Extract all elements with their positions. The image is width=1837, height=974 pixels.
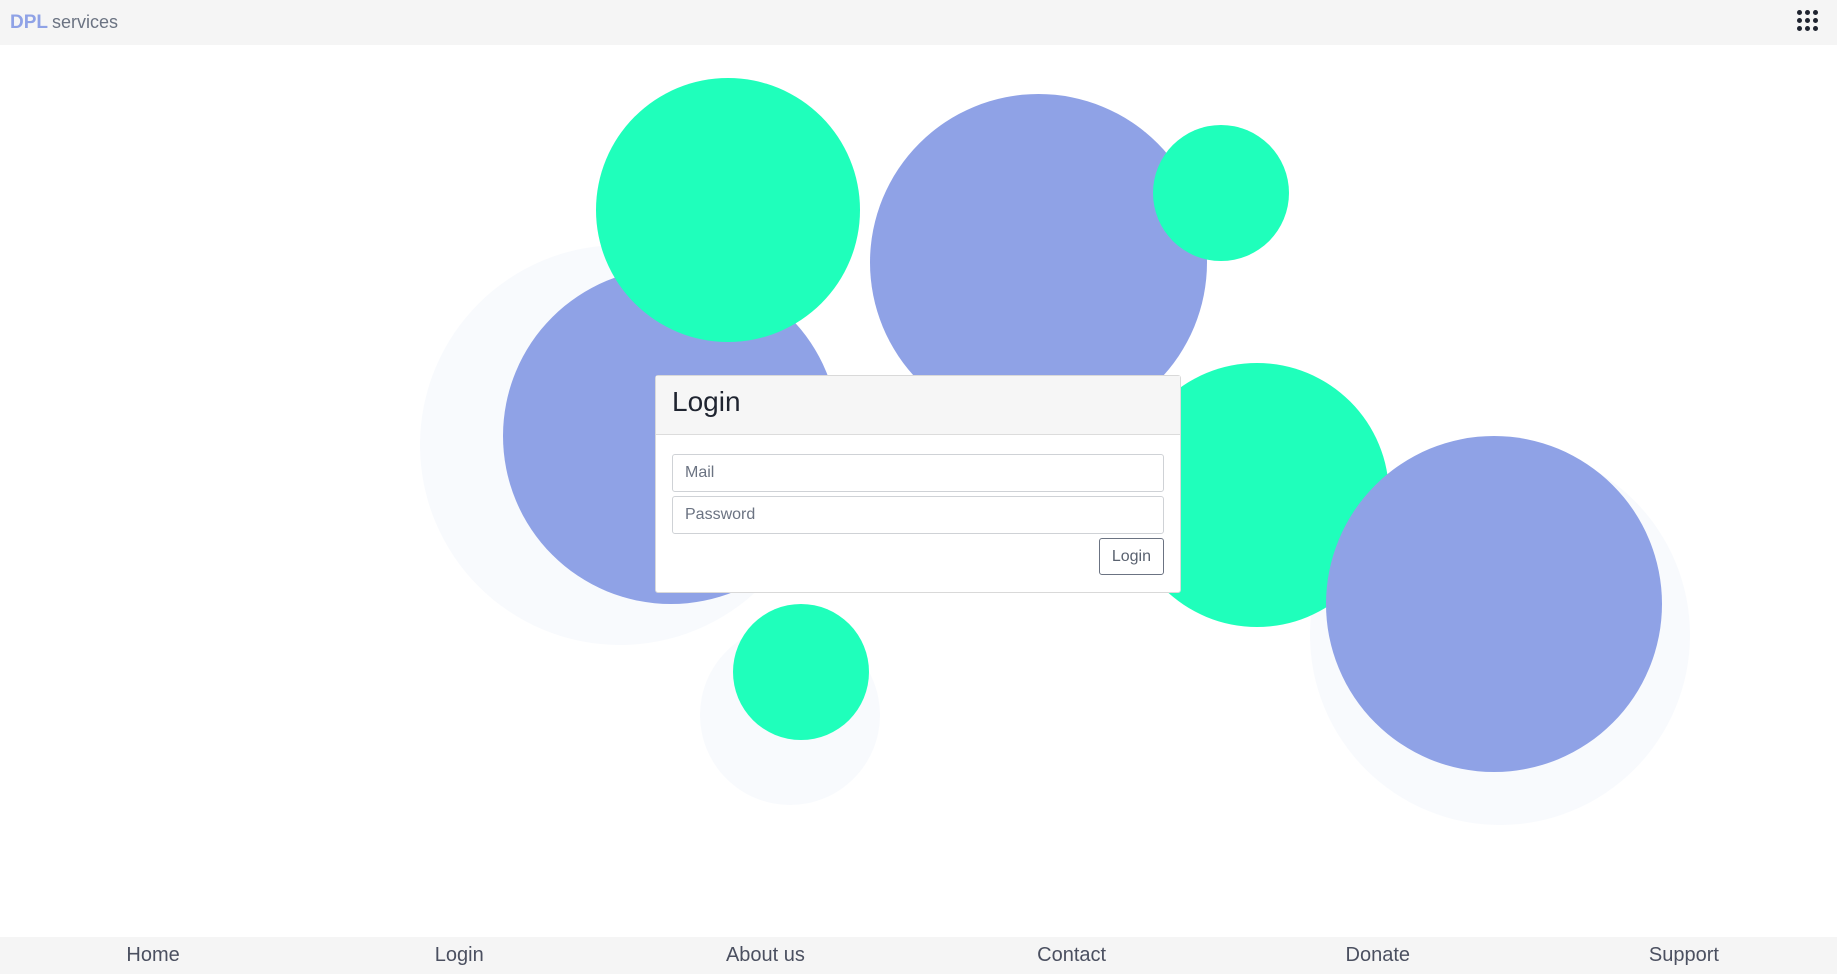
login-actions: Login xyxy=(672,538,1164,575)
purple-circle xyxy=(1326,436,1662,772)
brand-suffix: services xyxy=(52,12,119,32)
login-card-header: Login xyxy=(656,376,1180,435)
footer-link-home[interactable]: Home xyxy=(0,937,306,974)
footer-link-login[interactable]: Login xyxy=(306,937,612,974)
footer-link-contact[interactable]: Contact xyxy=(919,937,1225,974)
mail-field[interactable] xyxy=(672,454,1164,492)
apps-grid-icon[interactable] xyxy=(1797,10,1819,32)
password-field[interactable] xyxy=(672,496,1164,534)
footer-link-support[interactable]: Support xyxy=(1531,937,1837,974)
brand-name: DPL xyxy=(10,12,48,33)
top-navbar: DPL services xyxy=(0,0,1837,45)
brand-logo[interactable]: DPL services xyxy=(10,10,118,35)
footer-link-about[interactable]: About us xyxy=(612,937,918,974)
footer-link-donate[interactable]: Donate xyxy=(1225,937,1531,974)
login-form: Login xyxy=(656,435,1180,575)
mint-circle xyxy=(733,604,869,740)
login-card: Login Login xyxy=(655,375,1181,593)
login-button[interactable]: Login xyxy=(1098,538,1164,575)
login-title: Login xyxy=(672,386,741,417)
mint-circle xyxy=(1153,125,1289,261)
footer-nav: Home Login About us Contact Donate Suppo… xyxy=(0,937,1837,974)
mint-circle xyxy=(596,78,860,342)
